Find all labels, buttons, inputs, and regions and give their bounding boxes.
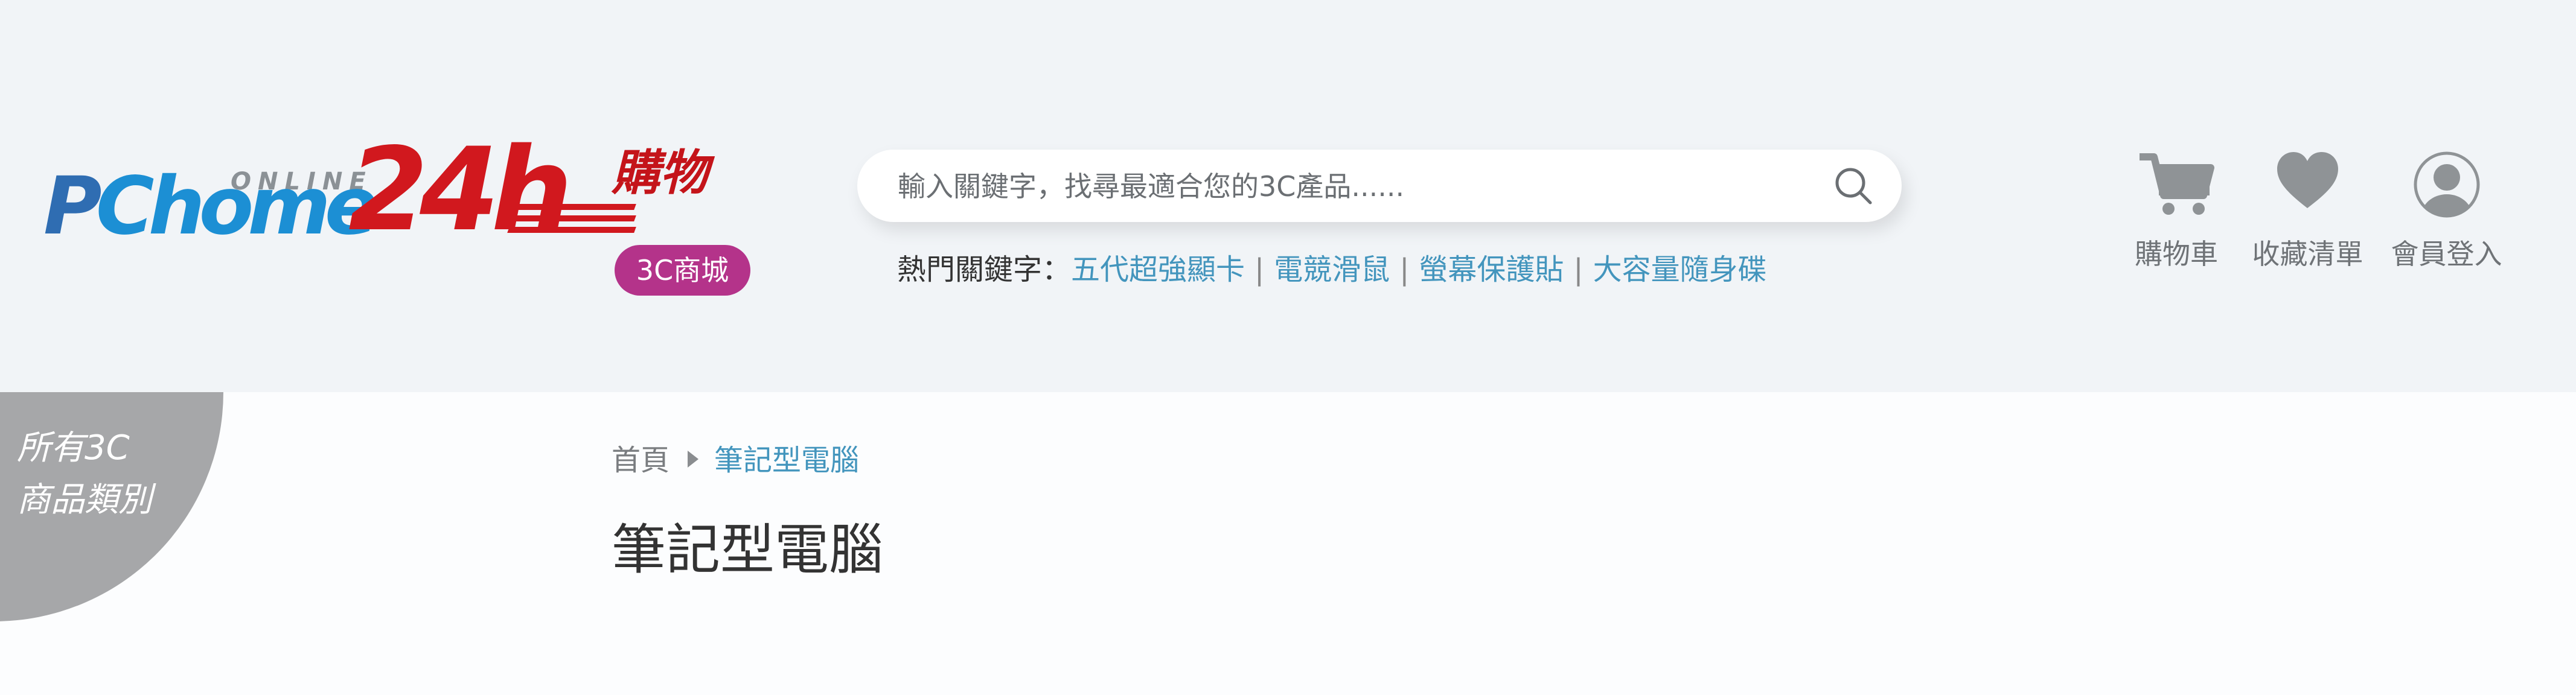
- search-input[interactable]: [896, 150, 1804, 223]
- logo-speed-lines: [507, 204, 636, 238]
- keyword-separator: |: [1573, 253, 1584, 287]
- hot-keyword-link[interactable]: 大容量隨身碟: [1593, 253, 1767, 287]
- breadcrumb: 首頁 筆記型電腦: [612, 439, 859, 481]
- search-icon[interactable]: [1832, 165, 1874, 207]
- hot-keywords-label: 熱門關鍵字：: [897, 253, 1072, 287]
- all-categories-label: 所有3C 商品類別: [17, 428, 152, 519]
- cart-icon: [2140, 153, 2214, 215]
- login-label: 會員登入: [2391, 238, 2502, 270]
- breadcrumb-current-link[interactable]: 筆記型電腦: [714, 443, 859, 477]
- logo-pchome-text: PChome: [43, 160, 379, 253]
- page-title: 筆記型電腦: [612, 518, 883, 582]
- login-button[interactable]: 會員登入: [2391, 151, 2502, 271]
- search-box: [857, 150, 1902, 223]
- hot-keyword-link[interactable]: 電競滑鼠: [1274, 253, 1390, 287]
- hot-keywords: 熱門關鍵字：五代超強顯卡 | 電競滑鼠 | 螢幕保護貼 | 大容量隨身碟: [897, 249, 1767, 291]
- favorites-button[interactable]: 收藏清單: [2252, 151, 2363, 271]
- favorites-label: 收藏清單: [2252, 238, 2363, 270]
- user-icon: [2414, 151, 2480, 218]
- cart-button[interactable]: 購物車: [2131, 151, 2222, 271]
- site-header: ONLINE PChome 24h 購物 3C商城 熱門關鍵字：五代超強顯卡 | 電…: [0, 0, 2576, 392]
- cart-label: 購物車: [2135, 238, 2218, 270]
- keyword-separator: |: [1399, 253, 1410, 287]
- hot-keyword-link[interactable]: 螢幕保護貼: [1419, 253, 1564, 287]
- all-categories-tab[interactable]: 所有3C 商品類別: [0, 392, 223, 621]
- breadcrumb-home-link[interactable]: 首頁: [612, 443, 670, 477]
- hot-keyword-link[interactable]: 五代超強顯卡: [1071, 253, 1245, 287]
- keyword-separator: |: [1254, 253, 1265, 287]
- pchome-24h-logo[interactable]: ONLINE PChome 24h: [43, 133, 636, 253]
- heart-icon: [2277, 152, 2338, 208]
- breadcrumb-arrow-icon: [688, 451, 699, 468]
- 3c-mall-badge[interactable]: 3C商城: [615, 245, 750, 296]
- logo-shopping-text: 購物: [612, 145, 708, 201]
